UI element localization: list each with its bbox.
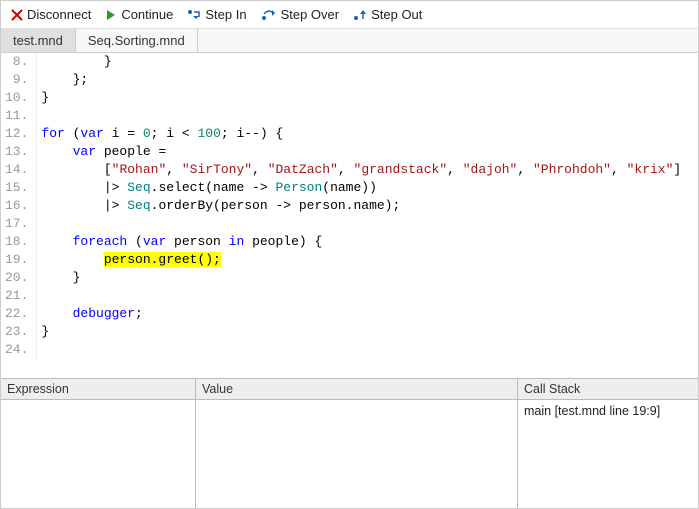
step-in-label: Step In <box>205 7 246 22</box>
line-number: 13. <box>5 143 28 161</box>
callstack-panel: Call Stack main [test.mnd line 19:9] <box>518 379 698 508</box>
continue-button[interactable]: Continue <box>105 7 173 22</box>
tab-test-mnd[interactable]: test.mnd <box>1 29 76 52</box>
code-line[interactable]: person.greet(); <box>41 251 681 269</box>
value-body[interactable] <box>196 400 517 508</box>
step-over-label: Step Over <box>281 7 340 22</box>
line-number: 9. <box>5 71 28 89</box>
code-line[interactable]: |> Seq.select(name -> Person(name)) <box>41 179 681 197</box>
line-number: 21. <box>5 287 28 305</box>
step-out-button[interactable]: Step Out <box>353 7 422 22</box>
value-header: Value <box>196 379 517 400</box>
code-line[interactable]: for (var i = 0; i < 100; i--) { <box>41 125 681 143</box>
expression-body[interactable] <box>1 400 195 508</box>
line-number: 24. <box>5 341 28 359</box>
code-line[interactable]: ["Rohan", "SirTony", "DatZach", "grandst… <box>41 161 681 179</box>
callstack-entry[interactable]: main [test.mnd line 19:9] <box>524 404 692 418</box>
line-gutter: 8.9.10.11.12.13.14.15.16.17.18.19.20.21.… <box>1 53 37 359</box>
line-number: 17. <box>5 215 28 233</box>
line-number: 15. <box>5 179 28 197</box>
line-number: 12. <box>5 125 28 143</box>
debugger-toolbar: Disconnect Continue Step In Step Over St… <box>1 1 698 29</box>
code-line[interactable] <box>41 287 681 305</box>
code-line[interactable] <box>41 107 681 125</box>
line-number: 18. <box>5 233 28 251</box>
code-editor: 8.9.10.11.12.13.14.15.16.17.18.19.20.21.… <box>1 53 698 378</box>
line-number: 8. <box>5 53 28 71</box>
code-lines[interactable]: } };} for (var i = 0; i < 100; i--) { var… <box>37 53 681 359</box>
editor-scroll[interactable]: 8.9.10.11.12.13.14.15.16.17.18.19.20.21.… <box>1 53 698 378</box>
value-panel: Value <box>196 379 518 508</box>
code-line[interactable]: } <box>41 53 681 71</box>
code-line[interactable]: var people = <box>41 143 681 161</box>
tab-Seq-Sorting-mnd[interactable]: Seq.Sorting.mnd <box>76 29 198 52</box>
code-line[interactable]: } <box>41 89 681 107</box>
x-icon <box>11 9 23 21</box>
code-line[interactable] <box>41 341 681 359</box>
play-icon <box>105 9 117 21</box>
code-line[interactable]: foreach (var person in people) { <box>41 233 681 251</box>
code-line[interactable]: }; <box>41 71 681 89</box>
file-tabs: test.mndSeq.Sorting.mnd <box>1 29 698 53</box>
code-line[interactable]: |> Seq.orderBy(person -> person.name); <box>41 197 681 215</box>
line-number: 16. <box>5 197 28 215</box>
callstack-body[interactable]: main [test.mnd line 19:9] <box>518 400 698 508</box>
line-number: 23. <box>5 323 28 341</box>
line-number: 10. <box>5 89 28 107</box>
step-out-label: Step Out <box>371 7 422 22</box>
line-number: 14. <box>5 161 28 179</box>
step-in-button[interactable]: Step In <box>187 7 246 22</box>
continue-label: Continue <box>121 7 173 22</box>
line-number: 11. <box>5 107 28 125</box>
code-line[interactable]: debugger; <box>41 305 681 323</box>
callstack-header: Call Stack <box>518 379 698 400</box>
code-line[interactable] <box>41 215 681 233</box>
debug-panels: Expression Value Call Stack main [test.m… <box>1 378 698 508</box>
code-line[interactable]: } <box>41 323 681 341</box>
step-over-button[interactable]: Step Over <box>261 7 340 22</box>
expression-header: Expression <box>1 379 195 400</box>
disconnect-button[interactable]: Disconnect <box>11 7 91 22</box>
step-over-icon <box>261 9 277 21</box>
step-in-icon <box>187 9 201 21</box>
disconnect-label: Disconnect <box>27 7 91 22</box>
line-number: 19. <box>5 251 28 269</box>
code-line[interactable]: } <box>41 269 681 287</box>
line-number: 20. <box>5 269 28 287</box>
line-number: 22. <box>5 305 28 323</box>
step-out-icon <box>353 9 367 21</box>
expression-panel: Expression <box>1 379 196 508</box>
